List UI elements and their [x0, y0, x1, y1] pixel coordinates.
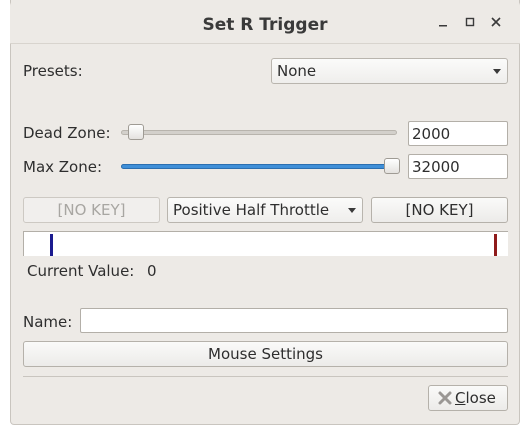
- max-zone-input[interactable]: 32000: [408, 154, 508, 179]
- presets-dropdown[interactable]: None: [271, 58, 508, 84]
- current-value-label: Current Value:: [27, 262, 135, 280]
- maximize-icon[interactable]: [462, 14, 478, 30]
- positive-key-button[interactable]: [NO KEY]: [371, 197, 508, 223]
- close-mnemonic: C: [455, 389, 466, 407]
- current-value: 0: [147, 262, 157, 280]
- close-label-rest: lose: [465, 389, 496, 407]
- dead-zone-label: Dead Zone:: [23, 124, 111, 142]
- dead-zone-input[interactable]: 2000: [408, 121, 508, 146]
- max-zone-slider[interactable]: [121, 158, 400, 174]
- negative-key-label: [NO KEY]: [57, 201, 126, 219]
- max-zone-slider-fill: [121, 164, 393, 169]
- throttle-dropdown[interactable]: Positive Half Throttle: [167, 197, 363, 223]
- dead-zone-marker: [50, 234, 53, 256]
- chevron-down-icon: [348, 208, 356, 213]
- max-zone-marker: [494, 234, 497, 256]
- axis-value-bar: [23, 231, 508, 256]
- negative-key-button[interactable]: [NO KEY]: [23, 197, 160, 223]
- max-zone-slider-handle[interactable]: [384, 158, 400, 174]
- presets-label: Presets:: [23, 62, 83, 80]
- minimize-icon[interactable]: [435, 14, 451, 30]
- max-zone-label: Max Zone:: [23, 158, 103, 176]
- dead-zone-slider-handle[interactable]: [128, 124, 144, 140]
- chevron-down-icon: [493, 69, 501, 74]
- max-zone-value: 32000: [412, 158, 460, 176]
- dead-zone-value: 2000: [412, 125, 451, 143]
- positive-key-label: [NO KEY]: [405, 201, 474, 219]
- name-input[interactable]: [80, 308, 508, 333]
- presets-selected: None: [277, 62, 317, 80]
- close-button[interactable]: Close: [428, 385, 508, 411]
- mouse-settings-label: Mouse Settings: [208, 345, 323, 363]
- mouse-settings-button[interactable]: Mouse Settings: [23, 341, 508, 367]
- dead-zone-slider[interactable]: [121, 124, 397, 140]
- close-x-icon: [437, 390, 453, 410]
- separator: [23, 376, 508, 377]
- title-bar: Set R Trigger: [10, 0, 520, 44]
- name-label: Name:: [23, 313, 73, 331]
- close-window-icon[interactable]: [488, 14, 504, 30]
- throttle-selected: Positive Half Throttle: [173, 201, 330, 219]
